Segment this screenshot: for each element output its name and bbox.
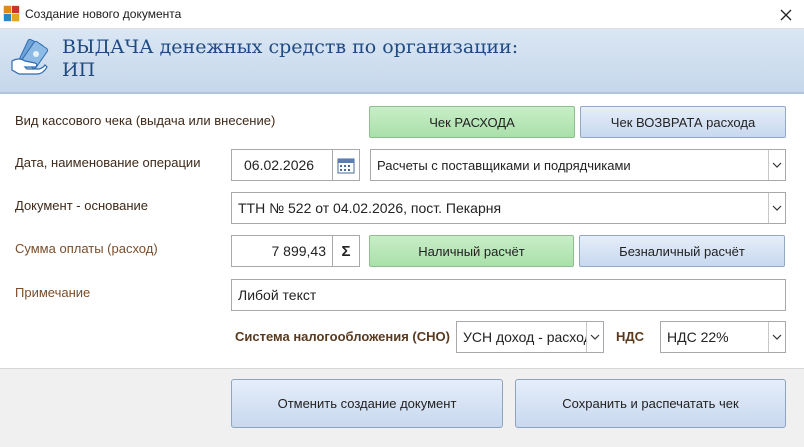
- operation-value: Расчеты с поставщиками и подрядчиками: [377, 157, 631, 173]
- basis-document-label: Документ - основание: [15, 198, 149, 213]
- date-operation-label: Дата, наименование операции: [15, 155, 201, 170]
- chevron-down-icon: [772, 205, 782, 211]
- vat-value: НДС 22%: [667, 329, 729, 345]
- save-print-button[interactable]: Сохранить и распечатать чек: [515, 379, 786, 428]
- payment-amount-label: Сумма оплаты (расход): [15, 241, 158, 256]
- chevron-down-icon: [590, 334, 600, 340]
- operation-dropdown[interactable]: [768, 150, 785, 180]
- chevron-down-icon: [772, 162, 782, 168]
- page-title: ВЫДАЧА денежных средств по организации: …: [62, 36, 519, 81]
- app-icon: [3, 5, 20, 22]
- note-label: Примечание: [15, 285, 91, 300]
- close-button[interactable]: [768, 0, 804, 29]
- cash-hand-icon: [11, 38, 49, 75]
- chevron-down-icon: [772, 334, 782, 340]
- dialog-footer: Отменить создание документ Сохранить и р…: [0, 368, 804, 447]
- cash-payment-button[interactable]: Наличный расчёт: [369, 235, 574, 267]
- basis-document-select[interactable]: ТТН № 522 от 04.02.2026, пост. Пекарня: [231, 192, 786, 224]
- window-title: Создание нового документа: [25, 7, 182, 21]
- tax-system-value: УСН доход - расход: [463, 329, 587, 345]
- vat-dropdown[interactable]: [768, 322, 785, 352]
- close-icon: [780, 9, 792, 20]
- note-value: Либой текст: [238, 287, 317, 303]
- calendar-button[interactable]: [332, 149, 360, 181]
- basis-document-dropdown[interactable]: [768, 193, 785, 223]
- operation-select[interactable]: Расчеты с поставщиками и подрядчиками: [370, 149, 786, 181]
- document-form: Вид кассового чека (выдача или внесение)…: [0, 96, 804, 368]
- expense-receipt-button[interactable]: Чек РАСХОДА: [369, 106, 575, 138]
- title-bar: Создание нового документа: [0, 0, 804, 29]
- payment-amount-field[interactable]: 7 899,43: [231, 235, 333, 267]
- vat-select[interactable]: НДС 22%: [660, 321, 786, 353]
- receipt-type-label: Вид кассового чека (выдача или внесение): [15, 113, 276, 128]
- cancel-button[interactable]: Отменить создание документ: [231, 379, 503, 428]
- return-receipt-button[interactable]: Чек ВОЗВРАТА расхода: [580, 106, 786, 138]
- basis-document-value: ТТН № 522 от 04.02.2026, пост. Пекарня: [238, 200, 502, 216]
- payment-amount-value: 7 899,43: [271, 243, 327, 259]
- noncash-payment-button[interactable]: Безналичный расчёт: [579, 235, 785, 267]
- note-field[interactable]: Либой текст: [231, 279, 786, 311]
- tax-system-dropdown[interactable]: [586, 322, 603, 352]
- sum-button[interactable]: Σ: [332, 235, 360, 267]
- calendar-icon: [337, 158, 355, 174]
- header-band: ВЫДАЧА денежных средств по организации: …: [0, 29, 804, 94]
- date-value: 06.02.2026: [244, 157, 315, 173]
- tax-system-label: Система налогообложения (СНО): [235, 329, 450, 344]
- tax-system-select[interactable]: УСН доход - расход: [456, 321, 604, 353]
- date-field[interactable]: 06.02.2026: [231, 149, 333, 181]
- vat-label: НДС: [616, 329, 645, 344]
